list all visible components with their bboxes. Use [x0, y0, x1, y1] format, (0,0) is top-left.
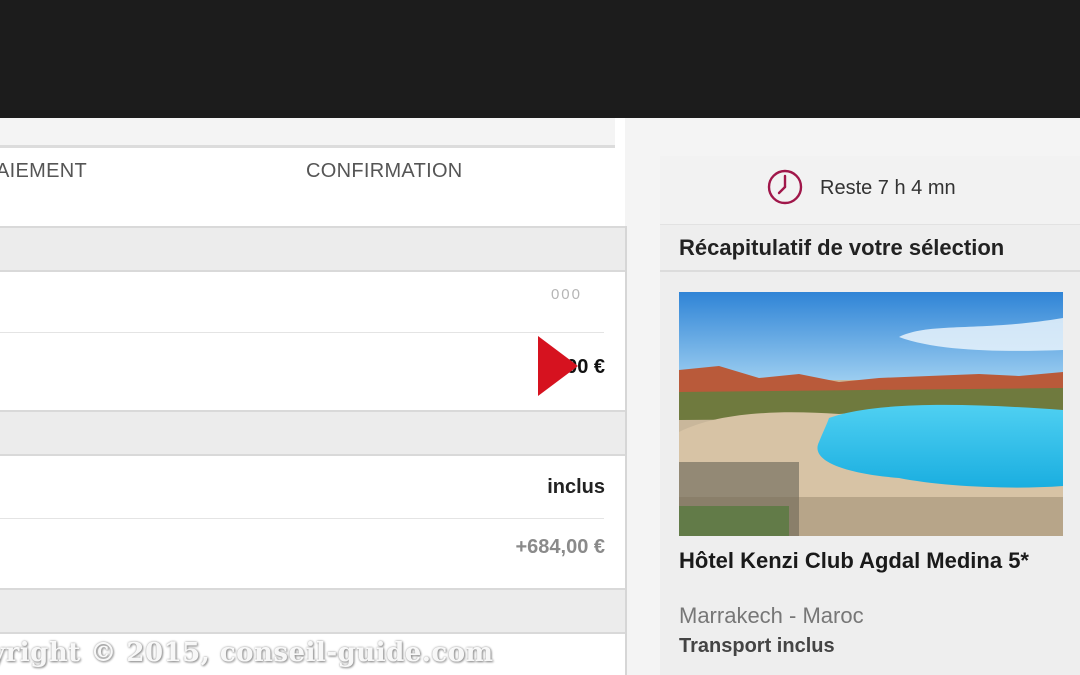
summary-divider — [660, 270, 1080, 272]
selection-summary-panel: Reste 7 h 4 mn Récapitulatif de votre sé… — [660, 156, 1080, 675]
clock-icon — [767, 169, 803, 205]
row-value-included: inclus — [547, 476, 605, 498]
table-section-header — [0, 588, 625, 634]
step-payment[interactable]: AIEMENT — [0, 160, 87, 183]
step-confirmation[interactable]: CONFIRMATION — [306, 160, 463, 183]
timer-text: Reste 7 h 4 mn — [820, 177, 956, 199]
countdown-timer: Reste 7 h 4 mn — [660, 156, 1080, 225]
cursor-arrow-icon — [538, 336, 578, 396]
row-value-dots: 000 — [550, 286, 582, 303]
row-value-extra: +684,00 € — [515, 536, 605, 558]
hotel-name[interactable]: Hôtel Kenzi Club Agdal Medina 5* — [679, 550, 1069, 572]
table-section-header — [0, 410, 625, 456]
row-divider — [0, 518, 604, 519]
summary-title: Récapitulatif de votre sélection — [679, 235, 1005, 260]
copyright-watermark: yright © 2015, conseil-guide.com — [0, 638, 494, 668]
hotel-transport: Transport inclus — [679, 635, 835, 657]
row-divider — [0, 332, 604, 333]
booking-panel: AIEMENT CONFIRMATION 000 1 00 € inclus +… — [0, 118, 627, 675]
hotel-photo[interactable] — [679, 292, 1063, 536]
page: AIEMENT CONFIRMATION 000 1 00 € inclus +… — [0, 0, 1080, 675]
price-table — [0, 226, 627, 675]
hotel-location: Marrakech - Maroc — [679, 603, 864, 628]
table-section-header — [0, 226, 625, 272]
step-progress: AIEMENT CONFIRMATION — [0, 118, 615, 226]
top-bar — [0, 0, 1080, 118]
